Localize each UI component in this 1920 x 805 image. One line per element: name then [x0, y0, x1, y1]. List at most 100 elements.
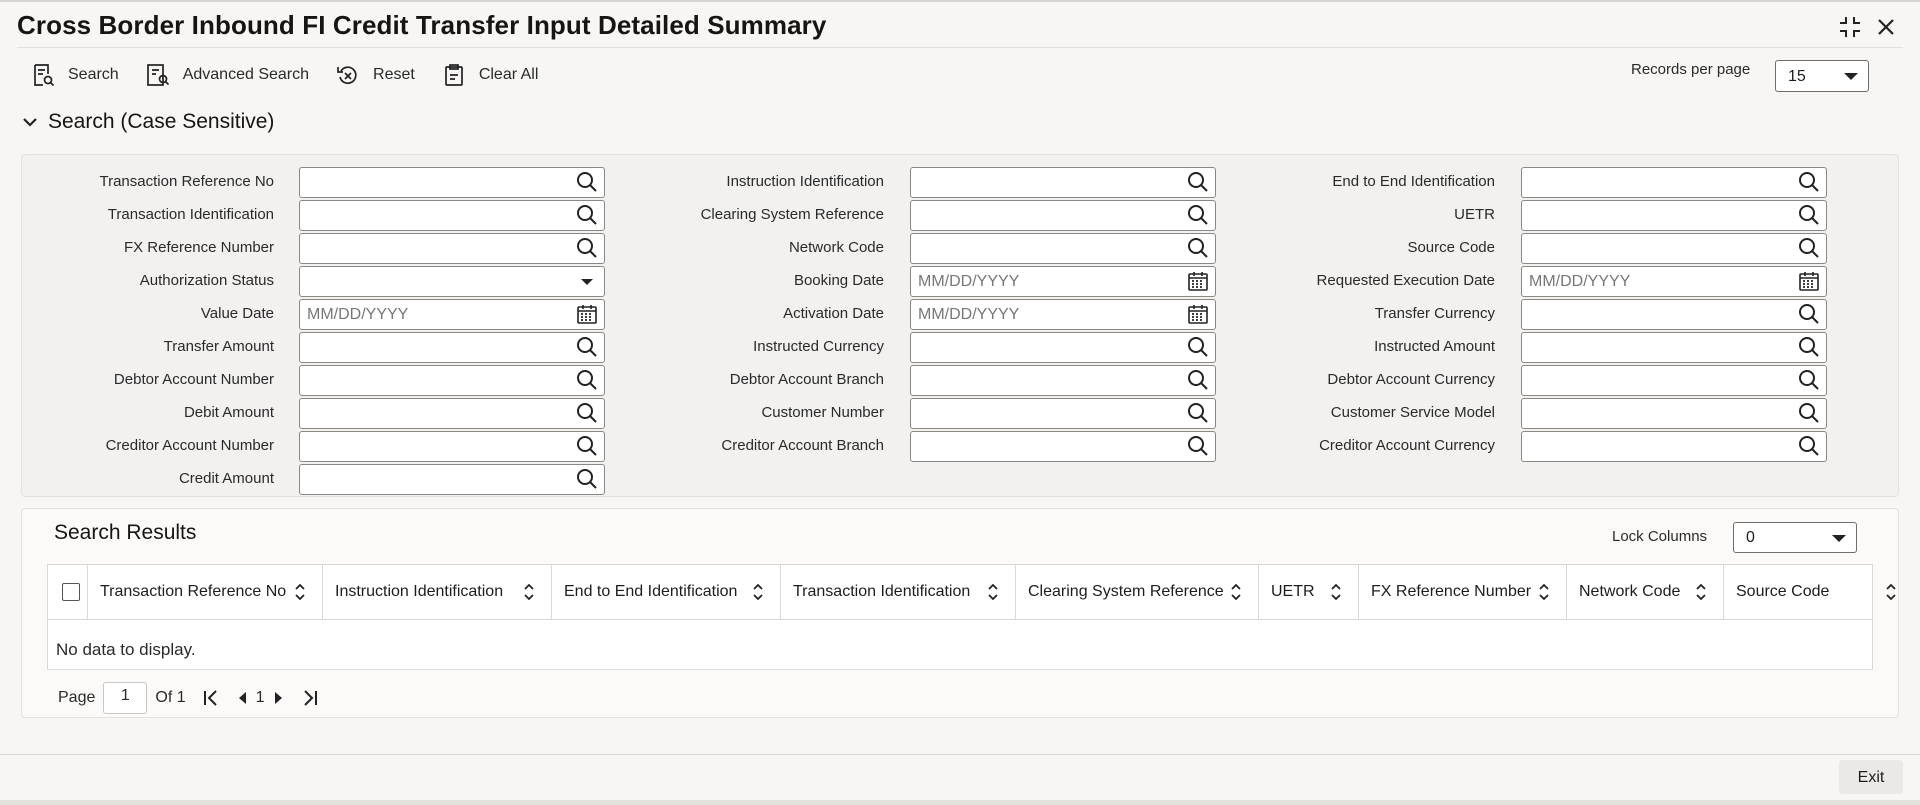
debtor-account-branch-input[interactable] [910, 365, 1216, 396]
search-icon[interactable] [575, 434, 599, 458]
select-all-column [48, 565, 88, 620]
search-icon[interactable] [575, 203, 599, 227]
page-number-input[interactable]: 1 [103, 682, 148, 714]
customer-service-model-input[interactable] [1521, 398, 1827, 429]
search-icon[interactable] [1186, 434, 1210, 458]
creditor-account-branch-input[interactable] [910, 431, 1216, 462]
end-to-end-identification-input[interactable] [1521, 167, 1827, 198]
previous-page-icon[interactable] [232, 687, 254, 709]
authorization-status-input[interactable] [299, 266, 605, 297]
customer-number-input[interactable] [910, 398, 1216, 429]
debit-amount-label: Debit Amount [183, 404, 274, 421]
search-icon[interactable] [575, 368, 599, 392]
sort-icon[interactable] [751, 581, 765, 603]
column-header-fx-reference-number[interactable]: FX Reference Number [1359, 565, 1567, 620]
search-icon[interactable] [1797, 434, 1821, 458]
sort-icon[interactable] [1537, 581, 1551, 603]
column-header-label: UETR [1271, 583, 1315, 600]
credit-amount-input[interactable] [299, 464, 605, 495]
creditor-account-number-input[interactable] [299, 431, 605, 462]
search-icon[interactable] [1186, 368, 1210, 392]
column-header-instruction-identification[interactable]: Instruction Identification [323, 565, 552, 620]
debtor-account-currency-input[interactable] [1521, 365, 1827, 396]
search-icon[interactable] [1797, 401, 1821, 425]
search-button[interactable]: Search [30, 62, 119, 88]
calendar-icon[interactable] [1186, 269, 1210, 293]
sort-icon[interactable] [1229, 581, 1243, 603]
search-icon[interactable] [1186, 203, 1210, 227]
last-page-icon[interactable] [299, 687, 321, 709]
search-icon[interactable] [575, 467, 599, 491]
search-icon[interactable] [1797, 170, 1821, 194]
sort-icon[interactable] [522, 581, 536, 603]
instructed-amount-input[interactable] [1521, 332, 1827, 363]
creditor-account-currency-input[interactable] [1521, 431, 1827, 462]
search-icon[interactable] [1186, 401, 1210, 425]
transfer-amount-input[interactable] [299, 332, 605, 363]
advanced-search-button[interactable]: Advanced Search [145, 62, 309, 88]
calendar-icon[interactable] [1186, 302, 1210, 326]
source-code-input[interactable] [1521, 233, 1827, 264]
search-icon[interactable] [1797, 236, 1821, 260]
sort-icon[interactable] [1329, 581, 1343, 603]
reset-button[interactable]: Reset [335, 62, 415, 88]
records-per-page-value: 15 [1788, 68, 1806, 85]
first-page-icon[interactable] [200, 687, 222, 709]
column-header-end-to-end-identification[interactable]: End to End Identification [552, 565, 781, 620]
lock-columns-select[interactable]: 0 [1733, 522, 1857, 553]
clear-all-button[interactable]: Clear All [441, 62, 538, 88]
sort-icon[interactable] [1884, 581, 1898, 603]
clearing-system-reference-input[interactable] [910, 200, 1216, 231]
search-icon[interactable] [575, 170, 599, 194]
close-icon[interactable] [1873, 14, 1899, 40]
next-page-icon[interactable] [267, 687, 289, 709]
search-icon[interactable] [1186, 335, 1210, 359]
search-icon[interactable] [1797, 302, 1821, 326]
records-per-page-select[interactable]: 15 [1775, 60, 1869, 92]
search-icon[interactable] [575, 335, 599, 359]
exit-button[interactable]: Exit [1839, 760, 1903, 794]
search-icon[interactable] [575, 236, 599, 260]
search-icon[interactable] [1797, 335, 1821, 359]
column-header-clearing-system-reference[interactable]: Clearing System Reference [1016, 565, 1259, 620]
search-icon[interactable] [575, 401, 599, 425]
transaction-reference-no-input[interactable] [299, 167, 605, 198]
debit-amount-input[interactable] [299, 398, 605, 429]
uetr-input[interactable] [1521, 200, 1827, 231]
instruction-identification-input[interactable] [910, 167, 1216, 198]
activation-date-input[interactable] [910, 299, 1216, 330]
transfer-currency-label: Transfer Currency [1374, 305, 1495, 322]
sort-icon[interactable] [986, 581, 1000, 603]
column-header-source-code[interactable]: Source Code [1724, 565, 1914, 620]
page-of-label: Of 1 [155, 689, 186, 706]
search-icon[interactable] [1797, 368, 1821, 392]
uetr-label: UETR [1454, 206, 1495, 223]
search-panel: Transaction Reference No Transaction Iden… [21, 154, 1899, 497]
sort-icon[interactable] [293, 581, 307, 603]
column-header-uetr[interactable]: UETR [1259, 565, 1359, 620]
results-table: Transaction Reference No Instruction Iden… [47, 564, 1896, 670]
transaction-identification-input[interactable] [299, 200, 605, 231]
calendar-icon[interactable] [1797, 269, 1821, 293]
value-date-input[interactable] [299, 299, 605, 330]
search-icon[interactable] [1186, 236, 1210, 260]
transfer-currency-input[interactable] [1521, 299, 1827, 330]
search-icon[interactable] [1186, 170, 1210, 194]
clipboard-icon [444, 64, 463, 86]
requested-execution-date-input[interactable] [1521, 266, 1827, 297]
booking-date-input[interactable] [910, 266, 1216, 297]
column-header-transaction-reference-no[interactable]: Transaction Reference No [88, 565, 323, 620]
search-icon[interactable] [1797, 203, 1821, 227]
select-all-checkbox[interactable] [62, 583, 80, 601]
fx-reference-number-input[interactable] [299, 233, 605, 264]
calendar-icon[interactable] [575, 302, 599, 326]
network-code-input[interactable] [910, 233, 1216, 264]
dropdown-caret-icon[interactable] [575, 269, 599, 293]
sort-icon[interactable] [1694, 581, 1708, 603]
search-section-toggle[interactable]: Search (Case Sensitive) [22, 110, 274, 134]
debtor-account-number-input[interactable] [299, 365, 605, 396]
minimize-window-icon[interactable] [1837, 14, 1863, 40]
instructed-currency-input[interactable] [910, 332, 1216, 363]
column-header-network-code[interactable]: Network Code [1567, 565, 1724, 620]
column-header-transaction-identification[interactable]: Transaction Identification [781, 565, 1016, 620]
